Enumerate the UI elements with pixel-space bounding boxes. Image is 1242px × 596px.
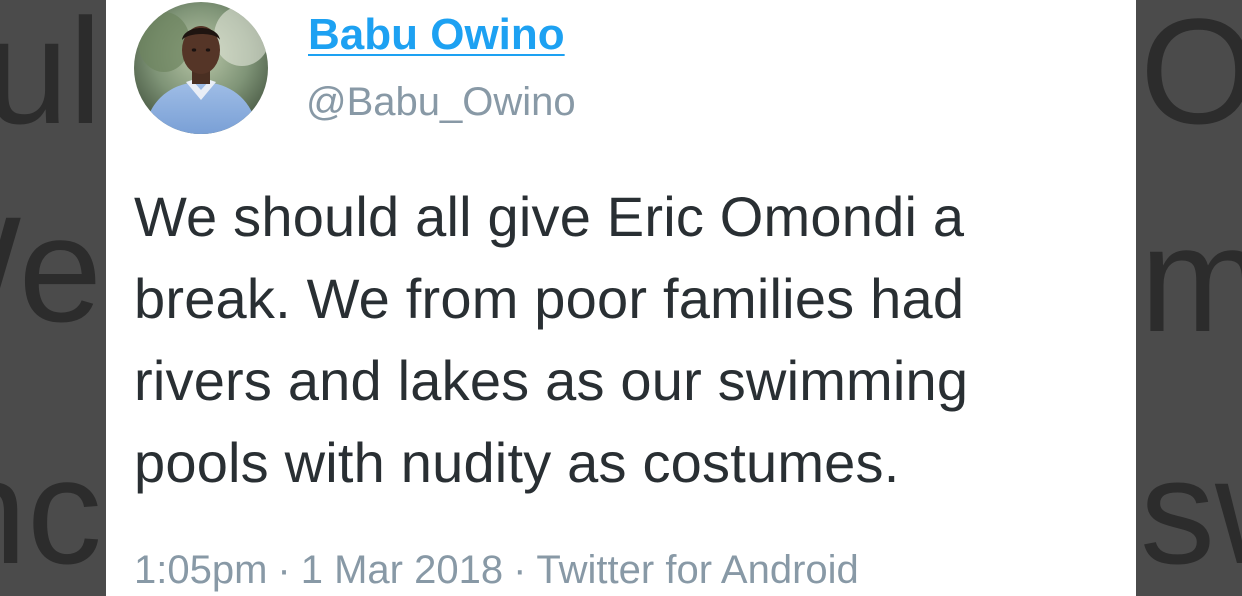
background-text-line: We <box>0 185 102 353</box>
tweet-card: Babu Owino @Babu_Owino We should all giv… <box>106 0 1136 596</box>
tweet-text: We should all give Eric Omondi a break. … <box>134 176 1134 504</box>
tweet-metadata: 1:05pm · 1 Mar 2018 · Twitter for Android <box>134 548 859 593</box>
background-text-line: sw <box>1140 427 1242 595</box>
meta-separator: · <box>513 548 527 592</box>
background-right-blurred-text: Om m sw <box>1136 0 1242 596</box>
tweet-date[interactable]: 1 Mar 2018 <box>301 548 503 592</box>
background-text-line: nc <box>0 427 102 595</box>
author-handle[interactable]: @Babu_Owino <box>306 80 576 125</box>
tweet-time[interactable]: 1:05pm <box>134 548 267 592</box>
tweet-text-line: rivers and lakes as our swimming <box>134 349 969 412</box>
background-text-line: ul <box>0 0 102 155</box>
tweet-source: Twitter for Android <box>536 548 859 592</box>
author-display-name[interactable]: Babu Owino <box>308 10 565 60</box>
avatar[interactable] <box>134 2 268 134</box>
meta-separator: · <box>277 548 291 592</box>
tweet-text-line: break. We from poor families had <box>134 267 965 330</box>
avatar-image <box>134 2 268 134</box>
background-left-blurred-text: ul We nc <box>0 0 106 596</box>
background-text-line: m <box>1140 195 1242 363</box>
tweet-text-line: pools with nudity as costumes. <box>134 431 900 494</box>
tweet-text-line: We should all give Eric Omondi a <box>134 185 965 248</box>
background-text-line: Om <box>1140 0 1242 155</box>
